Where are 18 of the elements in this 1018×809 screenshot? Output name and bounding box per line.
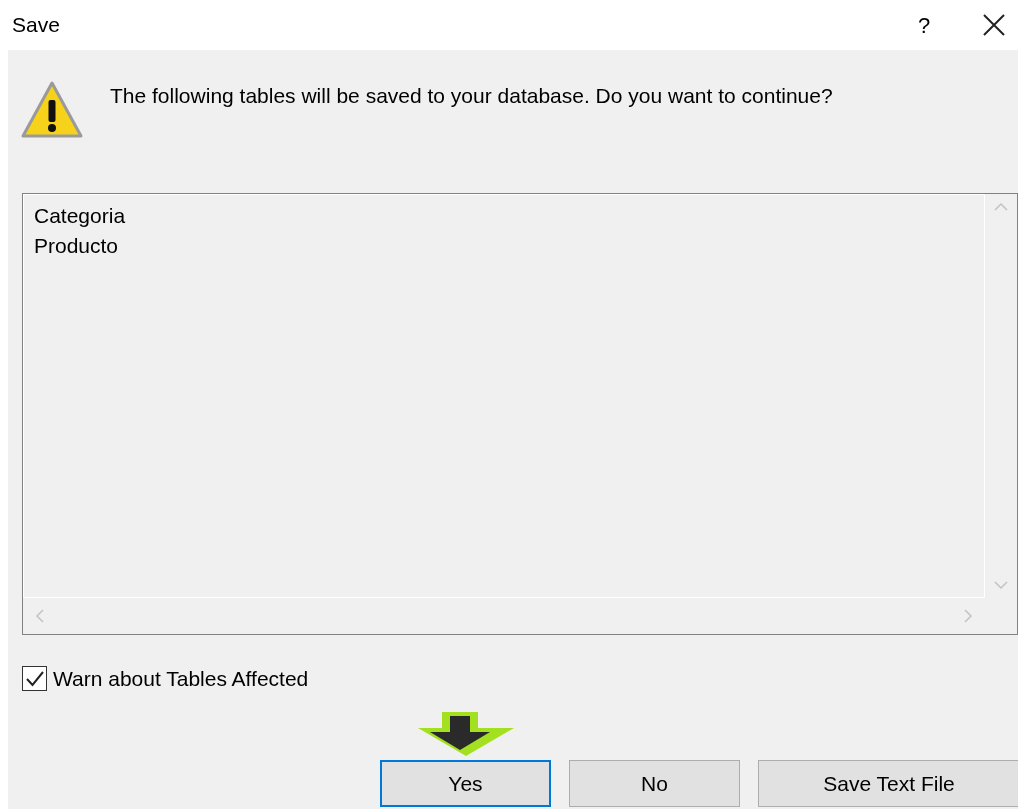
scroll-down-icon — [994, 581, 1008, 590]
table-list[interactable]: Categoria Producto — [22, 193, 1018, 635]
scroll-right-icon — [964, 609, 973, 623]
warning-icon — [20, 80, 84, 140]
list-item[interactable]: Producto — [34, 231, 119, 261]
scroll-up-icon — [994, 202, 1008, 211]
help-button[interactable]: ? — [904, 5, 944, 45]
checkbox-label: Warn about Tables Affected — [53, 666, 309, 692]
dialog-button[interactable]: No — [569, 760, 740, 807]
list-item[interactable]: Categoria — [34, 201, 126, 231]
checkbox[interactable] — [22, 666, 47, 692]
close-icon — [983, 14, 1005, 36]
dialog-button[interactable]: Yes — [380, 760, 551, 807]
checkmark-icon — [25, 670, 44, 687]
window-title: Save — [12, 12, 60, 39]
scroll-left-icon — [35, 609, 44, 623]
message-text: The following tables will be saved to your database. Do you want to continue? — [110, 83, 833, 109]
dialog-button[interactable]: Save Text File — [758, 760, 1018, 807]
